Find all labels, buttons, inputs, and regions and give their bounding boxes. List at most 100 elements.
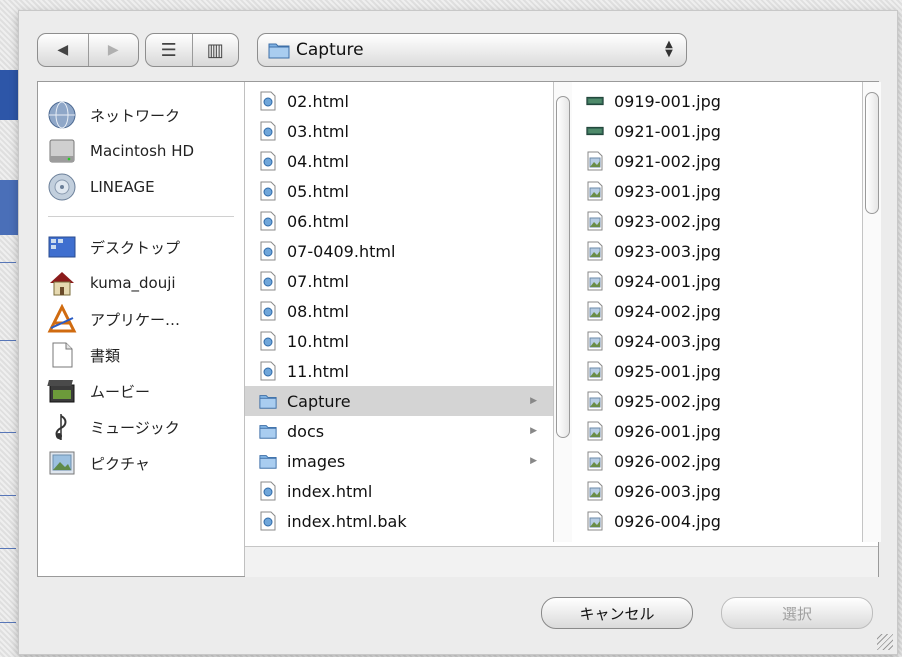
file-row[interactable]: 07-0409.html — [245, 236, 553, 266]
folder-row[interactable]: images ▶ — [245, 446, 553, 476]
jpeg-file-icon — [586, 451, 604, 471]
sidebar-item[interactable]: アプリケー… — [46, 302, 180, 336]
file-row[interactable]: 0921-001.jpg — [572, 116, 862, 146]
background-window-fragment — [0, 70, 18, 120]
back-button[interactable]: ◀ — [38, 34, 88, 66]
file-row[interactable]: 10.html — [245, 326, 553, 356]
file-row[interactable]: 05.html — [245, 176, 553, 206]
desktop-icon — [46, 231, 78, 263]
file-row[interactable]: 04.html — [245, 146, 553, 176]
file-name: 07.html — [287, 271, 349, 291]
sidebar-item[interactable]: Macintosh HD — [46, 134, 194, 168]
file-row[interactable]: 0924-003.jpg — [572, 326, 862, 356]
file-row[interactable]: 06.html — [245, 206, 553, 236]
background-window-fragment — [0, 622, 16, 623]
sidebar-item-label: ピクチャ — [90, 454, 150, 473]
scrollbar-thumb[interactable] — [865, 92, 879, 214]
sidebar-item-label: ムービー — [90, 382, 151, 401]
sidebar-item-label: デスクトップ — [90, 238, 181, 257]
file-name: 0919-001.jpg — [614, 91, 721, 111]
movies-icon — [46, 375, 78, 407]
file-name: 0926-003.jpg — [614, 481, 721, 501]
file-name: 07-0409.html — [287, 241, 396, 261]
file-row[interactable]: 02.html — [245, 86, 553, 116]
file-name: 0925-002.jpg — [614, 391, 721, 411]
popup-stepper-icon: ▲ ▼ — [665, 39, 673, 59]
file-row[interactable]: 0919-001.jpg — [572, 86, 862, 116]
background-window-fragment — [0, 262, 16, 263]
html-file-icon — [259, 241, 277, 261]
file-name: 10.html — [287, 331, 349, 351]
music-icon — [46, 411, 78, 443]
file-name: 08.html — [287, 301, 349, 321]
file-row[interactable]: 03.html — [245, 116, 553, 146]
file-row[interactable]: 0926-003.jpg — [572, 476, 862, 506]
file-row[interactable]: 0923-001.jpg — [572, 176, 862, 206]
file-name: 0923-001.jpg — [614, 181, 721, 201]
sidebar-item[interactable]: ネットワーク — [46, 98, 180, 132]
file-row[interactable]: 0926-004.jpg — [572, 506, 862, 536]
cancel-button[interactable]: キャンセル — [541, 597, 693, 629]
file-name: 0921-002.jpg — [614, 151, 721, 171]
jpeg-file-icon — [586, 331, 604, 351]
file-row[interactable]: 0924-002.jpg — [572, 296, 862, 326]
back-arrow-icon: ◀ — [57, 42, 69, 58]
html-file-icon — [259, 331, 277, 351]
file-row[interactable]: 07.html — [245, 266, 553, 296]
choose-button[interactable]: 選択 — [721, 597, 873, 629]
file-row[interactable]: index.html.bak — [245, 506, 553, 536]
folder-row[interactable]: Capture ▶ — [245, 386, 553, 416]
sidebar-item-label: アプリケー… — [90, 310, 181, 329]
image-thumbnail-icon — [586, 91, 604, 111]
file-row[interactable]: 0926-001.jpg — [572, 416, 862, 446]
background-window-fragment — [0, 548, 16, 549]
sidebar-item[interactable]: kuma_douji — [46, 266, 176, 300]
file-name: 0921-001.jpg — [614, 121, 721, 141]
sidebar-item-label: ミュージック — [90, 418, 180, 437]
file-row[interactable]: 0923-002.jpg — [572, 206, 862, 236]
jpeg-file-icon — [586, 481, 604, 501]
list-view-button[interactable]: ☰ — [146, 34, 192, 66]
sidebar-item[interactable]: ミュージック — [46, 410, 180, 444]
location-popup[interactable]: Capture ▲ ▼ — [257, 33, 687, 67]
file-row[interactable]: 0924-001.jpg — [572, 266, 862, 296]
file-row[interactable]: 0925-001.jpg — [572, 356, 862, 386]
file-row[interactable]: 08.html — [245, 296, 553, 326]
sidebar-item[interactable]: ムービー — [46, 374, 150, 408]
sidebar-item-label: ネットワーク — [90, 106, 181, 125]
file-name: 0926-002.jpg — [614, 451, 721, 471]
file-row[interactable]: 0921-002.jpg — [572, 146, 862, 176]
column-view-icon: ▥ — [206, 39, 224, 61]
sidebar-item[interactable]: ピクチャ — [46, 446, 150, 480]
jpeg-file-icon — [586, 241, 604, 261]
file-row[interactable]: 11.html — [245, 356, 553, 386]
column-2-scrollbar[interactable] — [862, 82, 881, 542]
home-icon — [46, 267, 78, 299]
location-label: Capture — [296, 40, 364, 60]
scrollbar-thumb[interactable] — [556, 96, 570, 438]
file-name: 0926-004.jpg — [614, 511, 721, 531]
file-name: 0923-003.jpg — [614, 241, 721, 261]
file-row[interactable]: index.html — [245, 476, 553, 506]
sidebar-item[interactable]: デスクトップ — [46, 230, 180, 264]
forward-button[interactable]: ▶ — [87, 34, 139, 66]
sidebar: ネットワーク Macintosh HD LINEAGE デスクトップ kuma_douj… — [38, 82, 245, 576]
column-view-button[interactable]: ▥ — [191, 34, 239, 66]
file-name: 0924-001.jpg — [614, 271, 721, 291]
jpeg-file-icon — [586, 181, 604, 201]
folder-icon — [259, 421, 277, 441]
column-1-scrollbar[interactable] — [553, 82, 572, 542]
folder-row[interactable]: docs ▶ — [245, 416, 553, 446]
file-row[interactable]: 0925-002.jpg — [572, 386, 862, 416]
file-row[interactable]: 0923-003.jpg — [572, 236, 862, 266]
file-name: 06.html — [287, 211, 349, 231]
disclosure-arrow-icon: ▶ — [530, 396, 537, 406]
resize-grip-icon[interactable] — [877, 634, 893, 650]
horizontal-scroll-strip[interactable] — [245, 546, 878, 577]
file-row[interactable]: 0926-002.jpg — [572, 446, 862, 476]
file-name: index.html — [287, 481, 373, 501]
folder-icon — [268, 43, 290, 59]
sidebar-item[interactable]: LINEAGE — [46, 170, 155, 204]
background-window-fragment — [0, 432, 16, 433]
sidebar-item[interactable]: 書類 — [46, 338, 120, 372]
